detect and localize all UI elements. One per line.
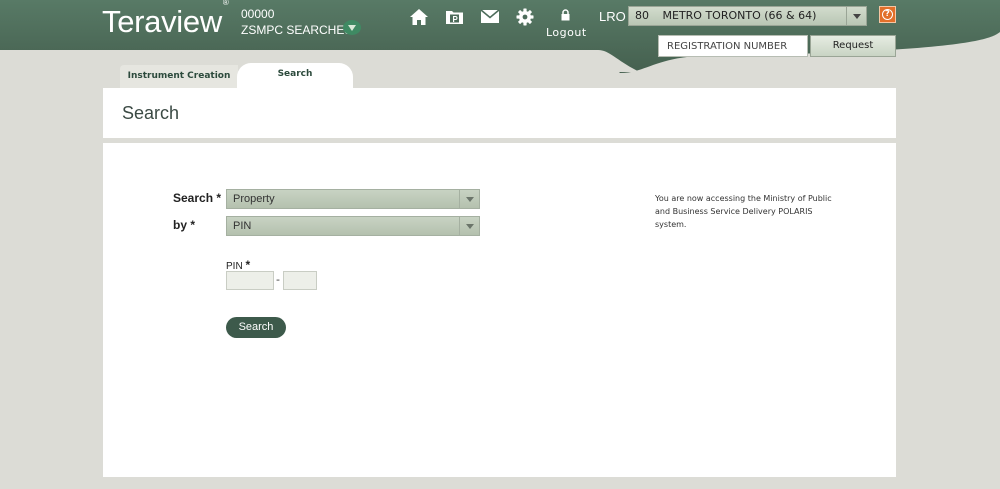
account-number: 00000 — [241, 7, 275, 21]
lro-name: METRO TORONTO (66 & 64) — [662, 9, 817, 22]
tab-instrument-creation[interactable]: Instrument Creation — [120, 65, 238, 88]
home-icon[interactable] — [409, 8, 429, 30]
help-button[interactable]: ? — [879, 6, 896, 23]
pin-separator: - — [276, 273, 280, 286]
search-type-select[interactable]: Property — [226, 189, 480, 209]
search-by-select[interactable]: PIN — [226, 216, 480, 236]
chevron-down-icon[interactable] — [846, 7, 866, 25]
lro-label: LRO — [599, 9, 626, 24]
registration-number-input[interactable] — [658, 35, 808, 57]
account-name: ZSMPC SEARCHES — [241, 23, 353, 37]
teraview-logo[interactable]: Teraview® — [102, 0, 229, 40]
chevron-down-icon[interactable] — [459, 217, 479, 235]
page-title: Search — [122, 103, 180, 123]
account-dropdown-icon[interactable] — [343, 20, 361, 35]
pin-property-input[interactable] — [283, 271, 317, 290]
search-type-value: Property — [233, 193, 275, 205]
system-notice: You are now accessing the Ministry of Pu… — [655, 194, 832, 229]
lro-select[interactable]: 80 METRO TORONTO (66 & 64) — [628, 6, 867, 26]
account-info: 00000 ZSMPC SEARCHES — [241, 6, 352, 38]
chevron-down-icon[interactable] — [459, 190, 479, 208]
pin-label: PIN * — [226, 258, 251, 272]
mail-icon[interactable] — [480, 8, 500, 28]
tab-search[interactable]: Search — [237, 63, 353, 89]
parcel-register-icon[interactable] — [445, 8, 464, 29]
settings-icon[interactable] — [516, 8, 534, 30]
title-panel: Search — [103, 88, 896, 138]
lock-icon — [561, 9, 569, 21]
search-by-value: PIN — [233, 220, 252, 232]
lro-code: 80 — [635, 9, 649, 22]
help-icon: ? — [882, 9, 893, 20]
search-button[interactable]: Search — [226, 317, 286, 338]
search-by-label: by * — [173, 218, 196, 232]
request-button[interactable]: Request — [810, 35, 896, 57]
logout-button[interactable]: Logout — [546, 6, 587, 39]
pin-block-input[interactable] — [226, 271, 274, 290]
search-panel: Search * Property by * PIN PIN * - Searc… — [103, 143, 896, 477]
search-type-label: Search * — [173, 191, 222, 205]
logout-label: Logout — [546, 26, 587, 39]
